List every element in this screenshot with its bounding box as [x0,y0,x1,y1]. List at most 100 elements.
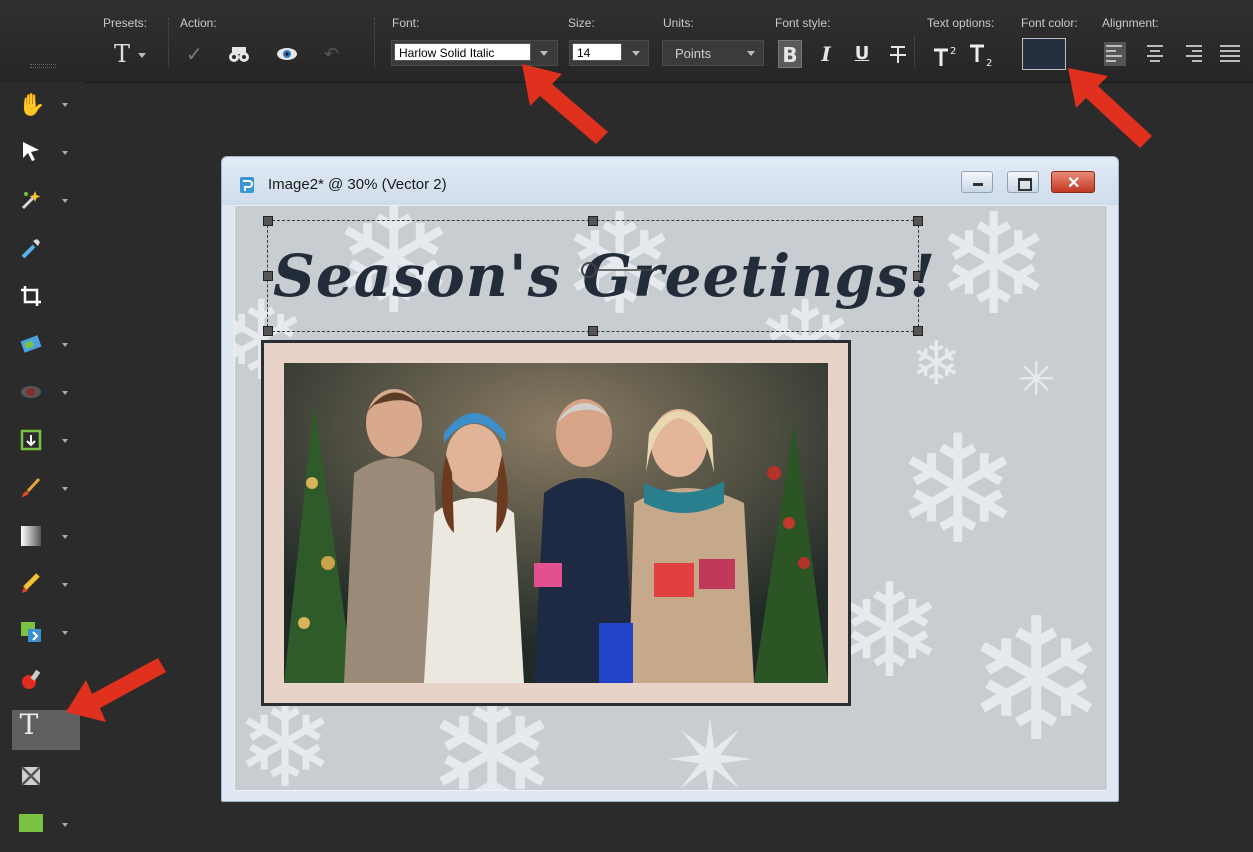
straighten-tool[interactable] [12,326,80,366]
svg-text:2: 2 [950,46,956,57]
rotation-handle-icon[interactable] [579,260,659,280]
italic-button[interactable]: I [814,40,838,68]
dropper-tool[interactable] [12,230,80,270]
snowflake-decoration: ❄ [835,555,944,707]
gradient-icon [18,524,44,550]
chevron-down-icon [62,583,68,587]
image-canvas[interactable]: ❄ ❄ ❄ ❄ ✳ ❄ ❄ ❄ ❄ ✴ ❄ ❄ ❄ Season's Greet… [234,205,1108,791]
cancel-undo-icon[interactable]: ↶ [324,44,339,65]
chevron-down-icon [632,51,640,56]
crop-icon [18,284,44,310]
units-value: Points [675,46,712,61]
toolbar-grip[interactable] [30,64,56,68]
gradient-tool[interactable] [12,518,80,558]
resize-handle[interactable] [263,216,273,226]
chevron-down-icon [138,53,146,58]
pick-tool[interactable] [12,134,80,174]
chevron-down-icon [62,151,68,155]
photo-frame[interactable] [261,340,851,706]
chevron-down-icon [747,51,755,56]
resize-handle[interactable] [913,216,923,226]
snowflake-decoration: ❄ [911,329,962,399]
snowflake-decoration: ❄ [965,582,1108,780]
document-title: Image2* @ 30% (Vector 2) [268,176,447,193]
callout-arrow-font [522,64,608,144]
text-options-label: Text options: [927,16,995,30]
units-label: Units: [663,16,694,30]
subscript-icon[interactable]: 2 [966,40,996,69]
wand-icon [18,188,44,214]
close-icon: ✕ [1067,175,1081,192]
magic-wand-tool[interactable] [12,182,80,222]
chevron-down-icon [62,199,68,203]
resize-handle[interactable] [588,216,598,226]
justify-icon[interactable] [1220,42,1242,66]
shape-tool[interactable] [12,806,80,846]
pencil-tool[interactable] [12,566,80,606]
svg-text:2: 2 [986,58,992,68]
superscript-shape: 2 [934,46,956,66]
text-preset-icon: T [114,40,131,68]
binoculars-shape [229,47,249,62]
warp-tool[interactable] [12,758,80,798]
maximize-button[interactable] [1007,171,1039,193]
crop-tool[interactable] [12,278,80,318]
alignment-label: Alignment: [1102,16,1159,30]
underline-button[interactable]: U [850,40,874,68]
snowflake-decoration: ❄ [895,404,1021,578]
presets-button[interactable]: T [110,40,148,68]
minimize-button[interactable] [961,171,993,193]
snowflake-decoration: ✴ [665,697,758,791]
action-label: Action: [180,16,217,30]
strikethrough-icon[interactable] [886,40,910,68]
strikethrough-shape [890,46,906,63]
eye-icon [18,380,44,406]
clone-icon [18,428,44,454]
arrow-icon [18,140,44,166]
superscript-icon[interactable]: 2 [930,40,960,68]
red-eye-tool[interactable] [12,374,80,414]
chevron-down-icon [62,631,68,635]
align-right-icon[interactable] [1182,42,1204,66]
chevron-down-icon [62,103,68,107]
rectangle-icon [18,812,44,838]
fill-icon [18,620,44,646]
chevron-down-icon [62,487,68,491]
clone-tool[interactable] [12,422,80,462]
apply-checkmark-icon[interactable]: ✓ [186,42,203,67]
pin-icon [18,668,44,694]
chevron-down-icon [62,535,68,539]
paint-brush-tool[interactable] [12,470,80,510]
separator [374,18,375,68]
resize-handle[interactable] [913,326,923,336]
resize-handle[interactable] [588,326,598,336]
app-document-icon [240,177,254,193]
pan-tool[interactable]: ✋ [12,86,80,126]
brush-icon [18,476,44,502]
visibility-eye-icon[interactable] [276,46,298,67]
family-photo [284,363,828,683]
document-titlebar[interactable]: Image2* @ 30% (Vector 2) ✕ [222,157,1118,205]
hand-icon: ✋ [18,92,46,117]
tools-toolbar: ✋ T [0,82,84,852]
close-button[interactable]: ✕ [1051,171,1095,193]
units-dropdown[interactable]: Points [662,40,764,66]
resize-handle[interactable] [263,326,273,336]
resize-handle[interactable] [263,271,273,281]
eye-shape [277,48,297,60]
presets-label: Presets: [103,16,148,30]
photo-icon [18,332,44,358]
subscript-shape: 2 [970,44,992,69]
font-color-label: Font color: [1021,16,1078,30]
document-window: Image2* @ 30% (Vector 2) ✕ ❄ ❄ ❄ ❄ ✳ ❄ ❄… [221,156,1119,802]
font-label: Font: [392,16,420,30]
size-label: Size: [568,16,595,30]
font-style-label: Font style: [775,16,831,30]
bold-button[interactable]: B [778,40,802,68]
fill-tool[interactable] [12,614,80,654]
pencil-icon [18,572,44,598]
chevron-down-icon [62,823,68,827]
chevron-down-icon [62,343,68,347]
chevron-down-icon [62,391,68,395]
convert-to-path-icon[interactable] [228,44,250,69]
